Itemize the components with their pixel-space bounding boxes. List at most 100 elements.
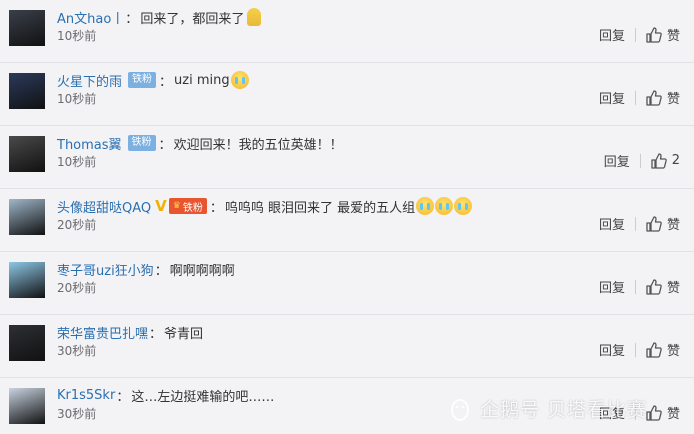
comment-text: 回来了，都回来了 bbox=[140, 11, 245, 27]
username-link[interactable]: Thomas翼 bbox=[57, 134, 122, 153]
reply-button[interactable]: 回复 bbox=[599, 214, 625, 233]
comment-actions: 回复 2 bbox=[604, 151, 680, 170]
like-label: 赞 bbox=[666, 92, 680, 107]
reply-button[interactable]: 回复 bbox=[599, 277, 625, 296]
comment-row: 枣子哥uzi狂小狗：啊啊啊啊啊 20秒前 回复赞 bbox=[0, 252, 694, 315]
comment-line: 头像超甜哒QAQ V ♛ 铁粉：呜呜呜 眼泪回来了 最爱的五人组 bbox=[57, 195, 473, 217]
comment-actions: 回复 赞 bbox=[599, 340, 680, 359]
thumbs-up-icon bbox=[646, 89, 662, 106]
like-label: 赞 bbox=[666, 344, 680, 359]
like-label: 赞 bbox=[666, 281, 680, 296]
avatar[interactable] bbox=[9, 136, 45, 172]
crying-emoji-icon bbox=[454, 197, 473, 215]
reply-button[interactable]: 回复 bbox=[599, 25, 625, 44]
avatar[interactable] bbox=[9, 325, 45, 361]
comment-time: 30秒前 bbox=[57, 407, 97, 421]
reply-button[interactable]: 回复 bbox=[604, 151, 630, 170]
like-button[interactable]: 赞 bbox=[645, 277, 680, 296]
fan-badge: ♛ 铁粉 bbox=[168, 198, 207, 214]
doge-emoji-icon bbox=[247, 8, 262, 26]
colon: ： bbox=[149, 326, 163, 342]
like-label: 赞 bbox=[666, 407, 680, 422]
divider bbox=[634, 27, 636, 42]
comment-time: 10秒前 bbox=[57, 155, 97, 169]
comment-text: uzi ming bbox=[174, 72, 230, 88]
comment-line: 火星下的雨 铁粉： uzi ming bbox=[57, 69, 249, 91]
comment-actions: 回复 赞 bbox=[599, 214, 680, 233]
reply-button[interactable]: 回复 bbox=[599, 340, 625, 359]
comment-row: Thomas翼 铁粉：欢迎回来！我的五位英雄！！ 10秒前 回复 2 bbox=[0, 126, 694, 189]
comment-time: 30秒前 bbox=[57, 344, 97, 358]
comment-line: 荣华富贵巴扎嘿：爷青回 bbox=[57, 321, 203, 343]
comment-line: Kr1s5Skr：这…左边挺难输的吧…… bbox=[57, 384, 274, 406]
avatar[interactable] bbox=[9, 388, 45, 424]
divider bbox=[634, 216, 636, 231]
comment-time: 10秒前 bbox=[57, 29, 97, 43]
divider bbox=[634, 279, 636, 294]
avatar[interactable] bbox=[9, 10, 45, 46]
comment-time: 20秒前 bbox=[57, 281, 97, 295]
colon: ： bbox=[209, 200, 223, 216]
colon: ： bbox=[116, 389, 130, 405]
fan-badge: 铁粉 bbox=[127, 135, 156, 151]
comment-list: An文hao丨：回来了，都回来了 10秒前 回复赞火星下的雨 铁粉： uzi ming 1… bbox=[0, 0, 694, 434]
username-link[interactable]: 火星下的雨 bbox=[57, 71, 122, 90]
avatar-image bbox=[9, 262, 45, 298]
watermark: 企鹅号 贝塔看比赛 bbox=[448, 395, 647, 422]
like-button[interactable]: 赞 bbox=[645, 25, 680, 44]
thumbs-up-icon bbox=[646, 278, 662, 295]
avatar-image bbox=[9, 388, 45, 424]
like-button[interactable]: 赞 bbox=[645, 88, 680, 107]
avatar-image bbox=[9, 325, 45, 361]
divider bbox=[639, 153, 641, 168]
like-label: 赞 bbox=[666, 29, 680, 44]
avatar[interactable] bbox=[9, 199, 45, 235]
reply-button[interactable]: 回复 bbox=[599, 88, 625, 107]
like-button[interactable]: 赞 bbox=[645, 403, 680, 422]
comment-actions: 回复 赞 bbox=[599, 25, 680, 44]
divider bbox=[634, 342, 636, 357]
comment-text: 啊啊啊啊啊 bbox=[169, 263, 235, 279]
comment-row: 头像超甜哒QAQ V ♛ 铁粉：呜呜呜 眼泪回来了 最爱的五人组 20秒前 回复赞 bbox=[0, 189, 694, 252]
like-label: 赞 bbox=[666, 218, 680, 233]
comment-line: 枣子哥uzi狂小狗：啊啊啊啊啊 bbox=[57, 258, 235, 280]
thumbs-up-icon bbox=[646, 404, 662, 421]
like-button[interactable]: 赞 bbox=[645, 214, 680, 233]
comment-actions: 回复 赞 bbox=[599, 88, 680, 107]
username-link[interactable]: 荣华富贵巴扎嘿 bbox=[57, 323, 148, 342]
username-link[interactable]: 枣子哥uzi狂小狗 bbox=[57, 260, 154, 279]
username-link[interactable]: An文hao丨 bbox=[57, 8, 124, 27]
crying-emoji-icon bbox=[230, 71, 249, 89]
colon: ： bbox=[158, 137, 172, 153]
comment-text: 呜呜呜 眼泪回来了 最爱的五人组 bbox=[224, 200, 416, 216]
comment-actions: 回复 赞 bbox=[599, 277, 680, 296]
username-link[interactable]: Kr1s5Skr bbox=[57, 388, 115, 403]
avatar-image bbox=[9, 136, 45, 172]
like-button[interactable]: 赞 bbox=[645, 340, 680, 359]
fan-badge-label: 铁粉 bbox=[182, 202, 203, 214]
comment-line: An文hao丨：回来了，都回来了 bbox=[57, 6, 262, 28]
fan-badge: 铁粉 bbox=[128, 72, 157, 88]
like-label: 2 bbox=[671, 153, 680, 168]
comment-text: 这…左边挺难输的吧…… bbox=[131, 389, 275, 405]
avatar-image bbox=[9, 199, 45, 235]
comment-line: Thomas翼 铁粉：欢迎回来！我的五位英雄！！ bbox=[57, 132, 343, 154]
crying-emoji-icon bbox=[416, 197, 435, 215]
avatar[interactable] bbox=[9, 73, 45, 109]
penguin-logo-icon bbox=[451, 398, 469, 421]
colon: ： bbox=[154, 263, 168, 279]
comment-row: 火星下的雨 铁粉： uzi ming 10秒前 回复赞 bbox=[0, 63, 694, 126]
divider bbox=[634, 90, 636, 105]
username-link[interactable]: 头像超甜哒QAQ bbox=[57, 197, 151, 216]
colon: ： bbox=[125, 11, 139, 27]
comment-time: 20秒前 bbox=[57, 218, 97, 232]
comment-row: 荣华富贵巴扎嘿：爷青回 30秒前 回复 赞 bbox=[0, 315, 694, 378]
avatar-image bbox=[9, 73, 45, 109]
crying-emoji-icon bbox=[435, 197, 454, 215]
thumbs-up-icon bbox=[646, 341, 662, 358]
crown-icon: ♛ bbox=[172, 201, 181, 211]
like-button[interactable]: 2 bbox=[650, 152, 680, 170]
avatar[interactable] bbox=[9, 262, 45, 298]
thumbs-up-icon bbox=[646, 26, 662, 43]
thumbs-up-icon bbox=[651, 152, 667, 169]
